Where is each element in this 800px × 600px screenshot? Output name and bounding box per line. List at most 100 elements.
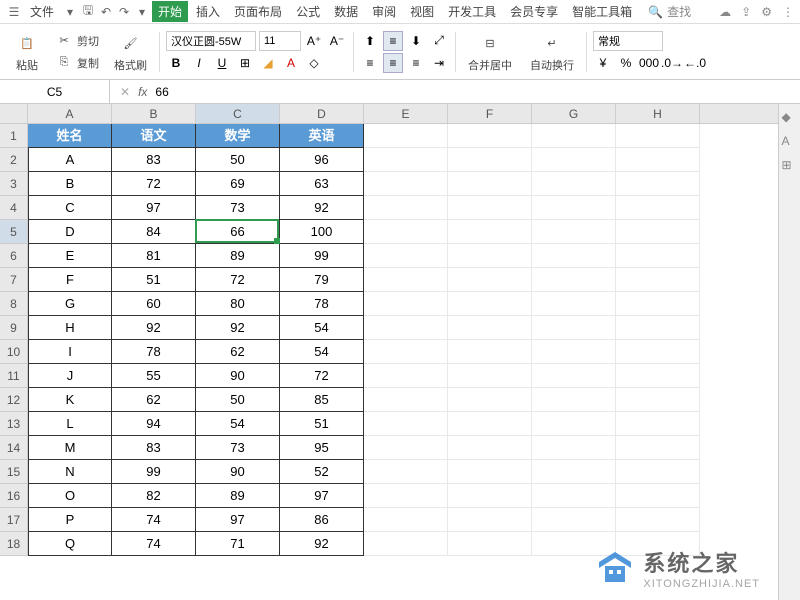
wrap-text-button[interactable]: ↵ 自动换行 — [528, 29, 576, 75]
row-header[interactable]: 3 — [0, 172, 27, 196]
cell[interactable] — [616, 388, 700, 412]
cell[interactable]: 69 — [196, 172, 280, 196]
cell[interactable]: 80 — [196, 292, 280, 316]
decimal-dec-icon[interactable]: ←.0 — [685, 53, 705, 73]
cell[interactable]: 62 — [196, 340, 280, 364]
cell[interactable]: I — [28, 340, 112, 364]
tab-smarttools[interactable]: 智能工具箱 — [566, 1, 638, 22]
cell[interactable] — [448, 484, 532, 508]
undo-icon[interactable]: ↶ — [98, 4, 114, 20]
cell[interactable] — [448, 436, 532, 460]
settings-icon[interactable]: ⚙ — [761, 5, 772, 19]
align-bottom-icon[interactable]: ⬇ — [406, 31, 426, 51]
fill-color-button[interactable]: ◢ — [258, 53, 278, 73]
cell[interactable]: 72 — [280, 364, 364, 388]
cell[interactable]: 92 — [196, 316, 280, 340]
cell[interactable]: 89 — [196, 244, 280, 268]
cell[interactable] — [616, 268, 700, 292]
cell[interactable] — [364, 364, 448, 388]
cell[interactable] — [616, 196, 700, 220]
percent-icon[interactable]: % — [616, 53, 636, 73]
number-format-select[interactable] — [593, 31, 663, 51]
cell[interactable] — [448, 124, 532, 148]
cell[interactable] — [616, 172, 700, 196]
cell[interactable] — [532, 148, 616, 172]
cell[interactable] — [532, 460, 616, 484]
row-header[interactable]: 14 — [0, 436, 27, 460]
cell[interactable]: 95 — [280, 436, 364, 460]
align-top-icon[interactable]: ⬆ — [360, 31, 380, 51]
cell[interactable] — [364, 436, 448, 460]
cell[interactable]: 92 — [112, 316, 196, 340]
cell[interactable]: 73 — [196, 436, 280, 460]
side-styles-icon[interactable]: ◆ — [782, 110, 798, 126]
row-header[interactable]: 13 — [0, 412, 27, 436]
align-center-icon[interactable]: ≡ — [383, 53, 403, 73]
cell[interactable] — [532, 388, 616, 412]
cell[interactable] — [532, 364, 616, 388]
save-icon[interactable]: 🖫 — [80, 4, 96, 20]
cell[interactable]: K — [28, 388, 112, 412]
tab-pagelayout[interactable]: 页面布局 — [228, 1, 288, 22]
cell[interactable] — [448, 244, 532, 268]
cell[interactable]: 81 — [112, 244, 196, 268]
cell[interactable]: 55 — [112, 364, 196, 388]
orientation-icon[interactable]: ⤢ — [429, 31, 449, 51]
cell[interactable]: 78 — [112, 340, 196, 364]
col-header[interactable]: E — [364, 104, 448, 123]
cell[interactable] — [364, 316, 448, 340]
cell[interactable]: 85 — [280, 388, 364, 412]
cell[interactable] — [532, 292, 616, 316]
search-box[interactable]: 🔍 查找 — [648, 3, 691, 20]
cell[interactable] — [448, 340, 532, 364]
tab-data[interactable]: 数据 — [328, 1, 364, 22]
cell[interactable]: 99 — [280, 244, 364, 268]
cell[interactable] — [532, 412, 616, 436]
dropdown-icon[interactable]: ▾ — [62, 4, 78, 20]
select-all-corner[interactable] — [0, 104, 28, 123]
align-right-icon[interactable]: ≡ — [406, 53, 426, 73]
cell[interactable]: 90 — [196, 460, 280, 484]
font-select[interactable] — [166, 31, 256, 51]
cell[interactable]: 63 — [280, 172, 364, 196]
cell[interactable] — [532, 508, 616, 532]
cell[interactable]: H — [28, 316, 112, 340]
row-header[interactable]: 6 — [0, 244, 27, 268]
cell[interactable] — [532, 436, 616, 460]
tab-formula[interactable]: 公式 — [290, 1, 326, 22]
cell[interactable] — [616, 436, 700, 460]
cell[interactable]: 89 — [196, 484, 280, 508]
row-header[interactable]: 10 — [0, 340, 27, 364]
cell[interactable] — [616, 148, 700, 172]
cell[interactable]: A — [28, 148, 112, 172]
bold-button[interactable]: B — [166, 53, 186, 73]
format-painter-button[interactable]: 🖌 格式刷 — [112, 29, 149, 75]
cell[interactable] — [532, 268, 616, 292]
cell[interactable] — [616, 508, 700, 532]
cell[interactable] — [616, 316, 700, 340]
cell[interactable]: 50 — [196, 148, 280, 172]
tab-review[interactable]: 审阅 — [366, 1, 402, 22]
menu-caret-icon[interactable]: ⋮ — [782, 5, 794, 19]
row-header[interactable]: 5 — [0, 220, 27, 244]
cell[interactable] — [364, 292, 448, 316]
tab-view[interactable]: 视图 — [404, 1, 440, 22]
col-header[interactable]: B — [112, 104, 196, 123]
fx-icon[interactable]: fx — [138, 85, 147, 99]
cell[interactable]: 92 — [280, 196, 364, 220]
row-header[interactable]: 4 — [0, 196, 27, 220]
row-header[interactable]: 11 — [0, 364, 27, 388]
cell[interactable] — [448, 412, 532, 436]
cell[interactable] — [616, 292, 700, 316]
share-icon[interactable]: ⇪ — [741, 5, 751, 19]
cell[interactable]: 71 — [196, 532, 280, 556]
cell[interactable] — [532, 340, 616, 364]
cell[interactable]: 86 — [280, 508, 364, 532]
row-header[interactable]: 8 — [0, 292, 27, 316]
cell[interactable]: 96 — [280, 148, 364, 172]
cell[interactable]: 79 — [280, 268, 364, 292]
redo-icon[interactable]: ↷ — [116, 4, 132, 20]
cell[interactable]: 51 — [112, 268, 196, 292]
cell[interactable] — [616, 124, 700, 148]
border-button[interactable]: ⊞ — [235, 53, 255, 73]
